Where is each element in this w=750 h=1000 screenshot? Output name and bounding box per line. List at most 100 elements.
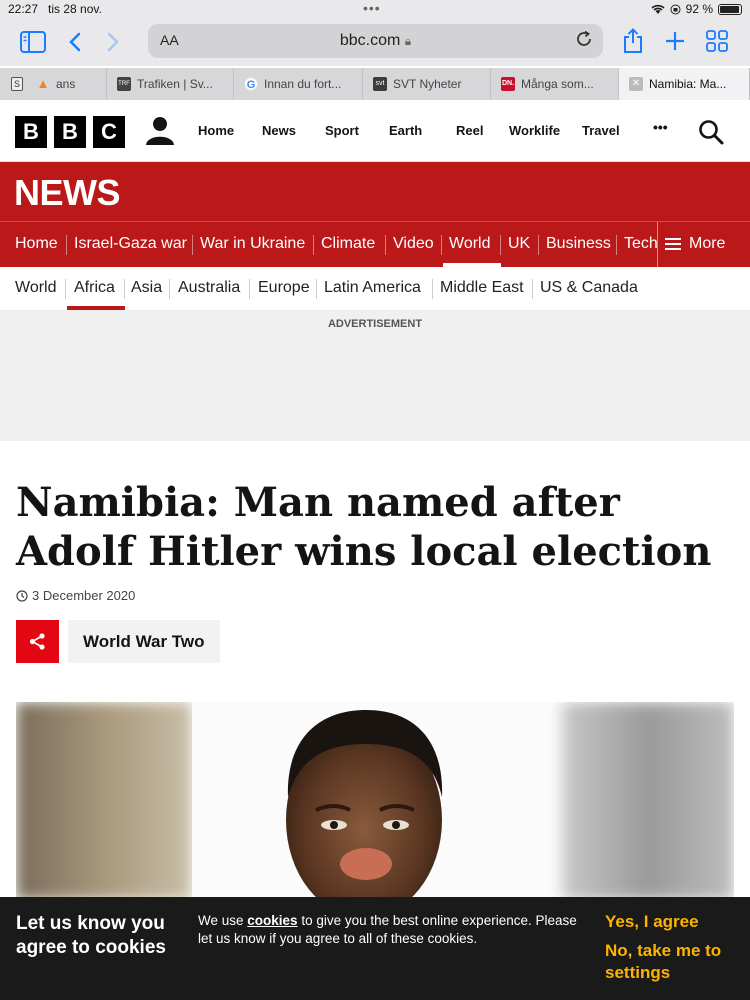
nav-divider [66, 235, 67, 255]
address-bar[interactable]: AA bbc.com 🔒︎ [148, 24, 603, 58]
share-button[interactable] [16, 620, 59, 663]
mainnav-climate[interactable]: Climate [321, 235, 375, 253]
cookie-settings-button[interactable]: No, take me to settings [605, 940, 740, 984]
google-icon: G [244, 77, 258, 91]
status-time: 22:27 [8, 2, 39, 16]
wifi-icon [651, 4, 665, 14]
favicon-icon: TRF [117, 77, 131, 91]
mainnav-world[interactable]: World [449, 235, 491, 253]
nav-divider [385, 235, 386, 255]
news-main-nav: Home Israel-Gaza war War in Ukraine Clim… [0, 221, 750, 267]
more-label: More [689, 235, 726, 252]
more-divider [657, 222, 658, 267]
subnav-middle-east[interactable]: Middle East [440, 279, 524, 297]
tab-strip: S ▲ ans TRF Trafiken | Sv... G Innan du … [0, 68, 750, 100]
favicon-icon: svt [373, 77, 387, 91]
subnav-asia[interactable]: Asia [131, 279, 162, 297]
browser-tab[interactable]: S ▲ ans [0, 68, 107, 100]
mainnav-home[interactable]: Home [15, 235, 58, 253]
browser-tab[interactable]: TRF Trafiken | Sv... [107, 68, 234, 100]
mainnav-tech[interactable]: Tech [624, 235, 657, 253]
subnav-divider [169, 279, 170, 299]
status-date: tis 28 nov. [48, 2, 102, 16]
mainnav-israel-gaza-war[interactable]: Israel-Gaza war [74, 235, 187, 253]
nav-worklife[interactable]: Worklife [509, 123, 560, 138]
favicon-s-icon: S [11, 77, 23, 91]
multitask-dots-icon[interactable]: ••• [363, 0, 381, 16]
favicon-icon: DN. [501, 77, 515, 91]
advertisement-slot[interactable]: ADVERTISEMENT [0, 311, 750, 441]
tab-label: ans [56, 77, 76, 91]
back-icon[interactable] [68, 32, 82, 52]
mainnav-uk[interactable]: UK [508, 235, 530, 253]
cookies-link[interactable]: cookies [247, 913, 297, 928]
tab-overview-icon[interactable] [706, 30, 728, 52]
menu-icon [665, 238, 681, 250]
article-photo [16, 702, 734, 900]
mainnav-more[interactable]: More [665, 235, 725, 253]
nav-news[interactable]: News [262, 123, 296, 138]
orientation-lock-icon [670, 4, 681, 14]
mainnav-video[interactable]: Video [393, 235, 434, 253]
region-sub-nav: World Africa Asia Australia Europe Latin… [0, 267, 750, 311]
browser-tab[interactable]: svt SVT Nyheter [363, 68, 491, 100]
battery-icon [718, 3, 742, 15]
cookie-banner: Let us know you agree to cookies We use … [0, 897, 750, 1000]
nav-divider [538, 235, 539, 255]
subnav-latin-america[interactable]: Latin America [324, 279, 421, 297]
sidebar-icon[interactable] [20, 31, 46, 53]
new-tab-icon[interactable] [665, 31, 685, 51]
battery-percent: 92 % [685, 2, 713, 16]
close-tab-icon[interactable]: ✕ [629, 77, 643, 91]
browser-tab-active[interactable]: ✕ Namibia: Ma... [619, 68, 750, 100]
bbc-logo-b1[interactable]: B [15, 116, 47, 148]
bbc-header: B B C Home News Sport Earth Reel Worklif… [0, 101, 750, 162]
subnav-world[interactable]: World [15, 279, 57, 297]
forward-icon[interactable] [106, 32, 120, 52]
tab-label: Trafiken | Sv... [137, 77, 213, 91]
advertisement-label: ADVERTISEMENT [327, 318, 423, 330]
tab-label: SVT Nyheter [393, 77, 462, 91]
cookie-text: We use cookies to give you the best onli… [198, 912, 578, 948]
subnav-divider [65, 279, 66, 299]
browser-tab[interactable]: G Innan du fort... [234, 68, 363, 100]
share-nodes-icon [29, 633, 45, 650]
share-icon[interactable] [622, 28, 644, 54]
nav-divider [500, 235, 501, 255]
favicon-icon: ▲ [36, 76, 50, 91]
mainnav-business[interactable]: Business [546, 235, 611, 253]
browser-tab[interactable]: DN. Många som... [491, 68, 619, 100]
lock-icon: 🔒︎ [404, 34, 412, 48]
article-headline: Namibia: Man named after Adolf Hitler wi… [16, 479, 712, 575]
subnav-europe[interactable]: Europe [258, 279, 310, 297]
account-icon[interactable] [145, 115, 175, 147]
cookie-agree-button[interactable]: Yes, I agree [605, 912, 699, 932]
nav-sport[interactable]: Sport [325, 123, 359, 138]
nav-divider [616, 235, 617, 255]
nav-divider [192, 235, 193, 255]
nav-earth[interactable]: Earth [389, 123, 422, 138]
topic-tag[interactable]: World War Two [68, 620, 220, 663]
bbc-logo-c[interactable]: C [93, 116, 125, 148]
article-dateline: 3 December 2020 [16, 588, 135, 603]
mainnav-war-in-ukraine[interactable]: War in Ukraine [200, 235, 305, 253]
subnav-divider [124, 279, 125, 299]
nav-divider [441, 235, 442, 255]
subnav-africa[interactable]: Africa [74, 279, 115, 297]
subnav-us-canada[interactable]: US & Canada [540, 279, 638, 297]
nav-home[interactable]: Home [198, 123, 234, 138]
nav-travel[interactable]: Travel [582, 123, 620, 138]
search-icon[interactable] [698, 119, 724, 145]
news-title[interactable]: NEWS [14, 172, 121, 214]
more-dots-icon[interactable]: ••• [653, 119, 668, 135]
bbc-logo-b2[interactable]: B [54, 116, 86, 148]
portrait-image [16, 702, 734, 900]
cookie-text-start: We use [198, 913, 248, 928]
nav-reel[interactable]: Reel [456, 123, 483, 138]
cookie-heading: Let us know you agree to cookies [16, 913, 166, 958]
url-domain: bbc.com [339, 32, 401, 49]
subnav-australia[interactable]: Australia [178, 279, 240, 297]
browser-toolbar: AA bbc.com 🔒︎ [0, 20, 750, 66]
reload-icon[interactable] [575, 30, 593, 48]
subnav-divider [432, 279, 433, 299]
